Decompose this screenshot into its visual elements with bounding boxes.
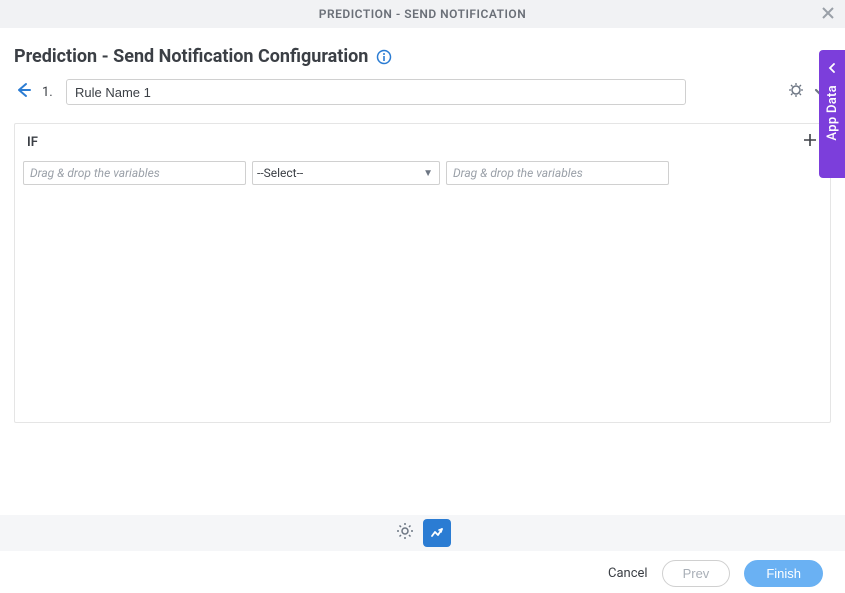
close-icon[interactable] bbox=[821, 5, 835, 24]
app-data-label: App Data bbox=[825, 85, 840, 141]
app-data-tab[interactable]: App Data bbox=[819, 50, 845, 178]
footer: Cancel Prev Finish bbox=[0, 560, 845, 587]
operator-select[interactable]: --Select-- ▼ bbox=[252, 161, 440, 185]
back-arrow-icon[interactable] bbox=[14, 81, 32, 103]
condition-header: IF bbox=[15, 124, 830, 161]
chevron-left-icon bbox=[827, 58, 837, 77]
condition-panel: IF Drag & drop the variables --Select-- … bbox=[14, 123, 831, 423]
rule-row: 1. bbox=[0, 67, 845, 105]
prev-button[interactable]: Prev bbox=[662, 560, 731, 587]
gear-icon[interactable] bbox=[395, 521, 415, 545]
prediction-icon[interactable] bbox=[423, 519, 451, 547]
cancel-button[interactable]: Cancel bbox=[608, 566, 648, 581]
header-title: PREDICTION - SEND NOTIFICATION bbox=[319, 7, 526, 21]
if-label: IF bbox=[27, 135, 38, 150]
chevron-down-icon: ▼ bbox=[423, 168, 433, 179]
operator-select-text: --Select-- bbox=[257, 166, 303, 180]
rule-number: 1. bbox=[42, 85, 56, 100]
page-title-row: Prediction - Send Notification Configura… bbox=[0, 28, 845, 67]
header-bar: PREDICTION - SEND NOTIFICATION bbox=[0, 0, 845, 28]
add-condition-icon[interactable] bbox=[802, 132, 818, 153]
condition-row: Drag & drop the variables --Select-- ▼ D… bbox=[15, 161, 830, 197]
bottom-toolbar bbox=[0, 515, 845, 551]
variable-drop-left[interactable]: Drag & drop the variables bbox=[23, 161, 246, 185]
auto-suggest-icon[interactable] bbox=[787, 81, 805, 103]
finish-button[interactable]: Finish bbox=[744, 560, 823, 587]
page-title: Prediction - Send Notification Configura… bbox=[14, 46, 368, 67]
info-icon[interactable] bbox=[376, 49, 392, 65]
variable-drop-right[interactable]: Drag & drop the variables bbox=[446, 161, 669, 185]
rule-name-input[interactable] bbox=[66, 79, 686, 105]
